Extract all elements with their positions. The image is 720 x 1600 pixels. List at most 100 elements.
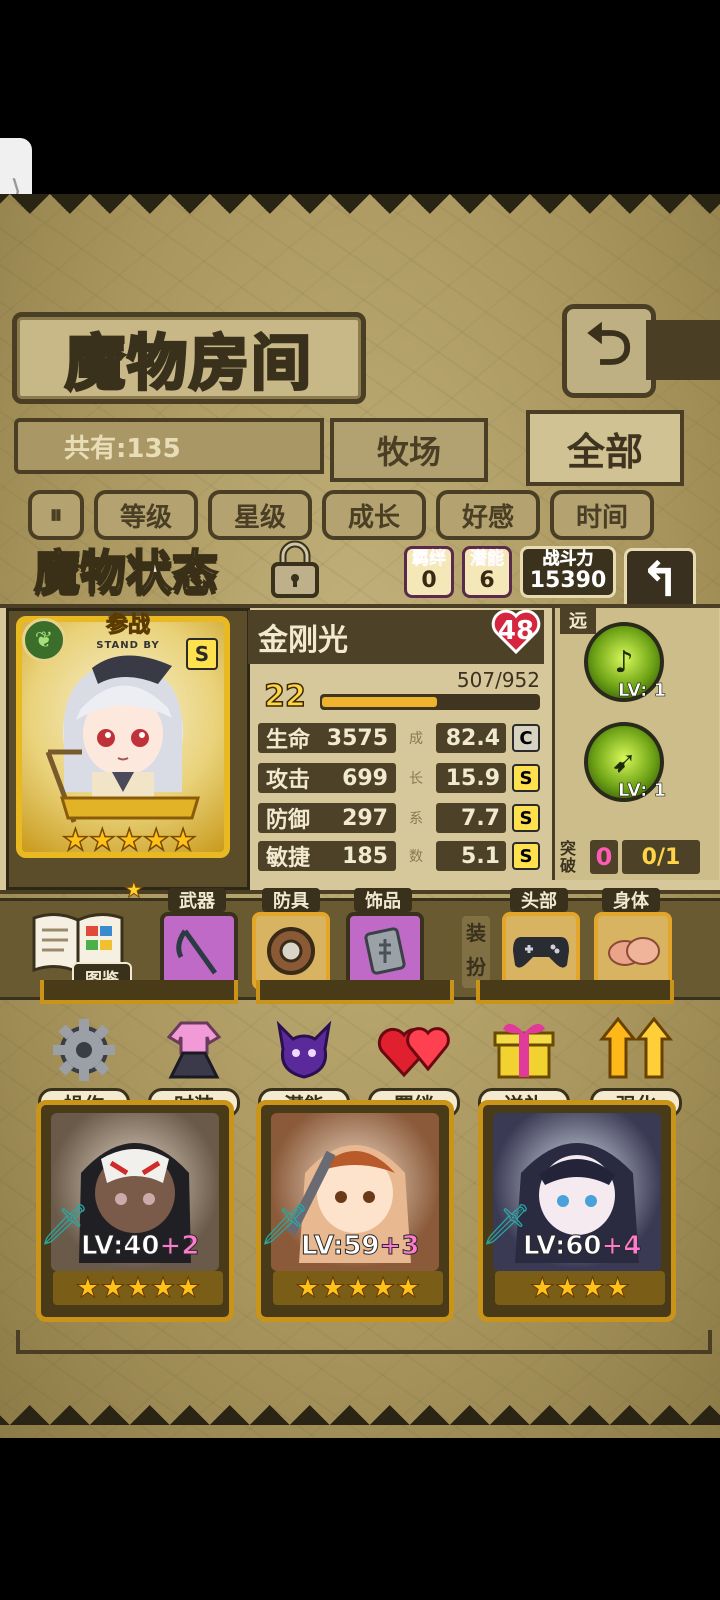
breakthrough-label: 突破 <box>560 839 577 875</box>
growth-grade-badge: S <box>512 842 540 870</box>
weapon-label: 武器 <box>168 888 226 912</box>
star-icon: ★ <box>115 823 143 858</box>
sort-affection[interactable]: 好感 <box>436 490 540 540</box>
double-up-arrow-icon <box>595 1012 677 1088</box>
sort-order-toggle[interactable]: ⏸ <box>28 490 84 540</box>
sort-stars[interactable]: 星级 <box>208 490 312 540</box>
standby-label: 参战 <box>105 613 150 638</box>
star-icon: ★ <box>320 1271 346 1305</box>
bottom-torn-edge <box>0 1385 720 1440</box>
card-1-level: LV:40+2 <box>81 1231 211 1262</box>
stat-label: 敏捷 <box>266 846 311 871</box>
gift-box-icon <box>483 1012 565 1088</box>
return-arrow-icon: ↰ <box>639 552 681 608</box>
star-icon: ★ <box>295 1271 321 1305</box>
star-icon: ★ <box>579 1271 606 1305</box>
growth-coefficient-char: 长 <box>409 771 423 787</box>
breakthrough-value: 0 <box>590 840 618 874</box>
body-label: 身体 <box>602 888 660 912</box>
stat-box: 生命 3575 <box>258 723 396 753</box>
armor-slot[interactable] <box>252 912 330 990</box>
status-back-button[interactable]: ↰ <box>624 548 696 612</box>
card-1-level-value: LV:40 <box>81 1231 161 1262</box>
affection-heart[interactable]: 48 <box>490 606 542 656</box>
stat-row: 攻击 699 长 15.9 S <box>258 762 540 794</box>
shadow-demon-icon <box>263 1012 345 1088</box>
monster-status-title: 魔物状态 <box>33 544 219 600</box>
card-2-plus: +3 <box>379 1231 420 1262</box>
bond-label: 羁绊 <box>412 549 447 569</box>
stat-box: 防御 297 <box>258 803 396 833</box>
round-shield-icon <box>267 927 315 975</box>
tab-ranch[interactable]: 牧场 <box>330 418 488 482</box>
growth-value: 82.4 <box>436 723 506 753</box>
skill-slot-1[interactable]: ♪ LV: 1 <box>582 622 666 702</box>
back-arrow-icon: ⮌ <box>585 309 633 378</box>
tab-all[interactable]: 全部 <box>526 410 684 486</box>
star-icon: ★ <box>169 823 197 858</box>
stat-box: 敏捷 185 <box>258 841 396 871</box>
growth-coefficient-char: 成 <box>409 731 423 747</box>
card-2-level: LV:59+3 <box>301 1231 431 1262</box>
card-row-above-3 <box>476 980 674 1004</box>
star-icon: ★ <box>100 1271 126 1305</box>
power-label: 战斗力 <box>542 549 594 569</box>
potential-chip: 潜能 6 <box>462 546 512 598</box>
breakthrough-row[interactable]: 突破 0 0/1 <box>560 836 712 878</box>
star-icon: ★ <box>554 1271 580 1305</box>
star-icon: ★ <box>142 823 170 858</box>
growth-grade-badge: S <box>512 804 540 832</box>
monster-card-1[interactable]: 🗡 LV:40+2 ★ ★ ★ ★ ★ <box>36 1100 234 1322</box>
stat-value: 3575 <box>326 725 388 751</box>
bond-chip: 羁绊 0 <box>404 546 454 598</box>
exp-bar-fill <box>322 697 437 707</box>
body-slot[interactable] <box>594 912 672 990</box>
monster-card-3[interactable]: 🗡 LV:60+4 ★ ★ ★ ★ <box>478 1100 676 1322</box>
star-icon: ★ <box>370 1271 396 1305</box>
monster-book-button[interactable]: 图鉴 <box>28 910 132 992</box>
card-row-above-2 <box>256 980 454 1004</box>
monster-card-2[interactable]: 🗡 LV:59+3 ★ ★ ★ ★ ★ <box>256 1100 454 1322</box>
pause-icon: ⏸ <box>49 499 63 530</box>
star-icon: ★ <box>529 1271 555 1305</box>
growth-value: 5.1 <box>436 841 506 871</box>
stone-tablet-icon <box>364 927 406 975</box>
power-chip: 战斗力 15390 <box>520 546 616 598</box>
stat-label: 生命 <box>266 728 311 753</box>
stat-label: 攻击 <box>266 768 311 793</box>
accessory-label: 饰品 <box>354 888 412 912</box>
sort-time[interactable]: 时间 <box>550 490 654 540</box>
stat-value: 297 <box>342 805 388 831</box>
stat-row: 防御 297 系 7.7 S <box>258 802 540 834</box>
back-button[interactable]: ⮌ <box>562 304 656 398</box>
star-icon: ★ <box>125 1271 151 1305</box>
star-icon: ★ <box>88 823 116 858</box>
skill-2-level: LV: 1 <box>618 780 667 802</box>
lock-icon[interactable] <box>265 538 325 600</box>
head-slot[interactable] <box>502 912 580 990</box>
rarity-grade-badge: S <box>186 638 218 670</box>
stat-value: 185 <box>342 843 388 869</box>
skill-slot-2[interactable]: ➹ LV: 1 <box>582 722 667 802</box>
standby-sub-label: STAND BY <box>96 640 160 651</box>
star-icon: ★ <box>605 1271 631 1305</box>
stat-row: 敏捷 185 数 5.1 S <box>258 840 540 872</box>
power-value: 15390 <box>529 568 607 593</box>
sort-growth[interactable]: 成长 <box>322 490 426 540</box>
sort-level[interactable]: 等级 <box>94 490 198 540</box>
stat-value: 699 <box>342 765 388 791</box>
card-2-stars: ★ ★ ★ ★ ★ <box>273 1271 443 1305</box>
stat-row: 生命 3575 成 82.4 C <box>258 722 540 754</box>
growth-coefficient-char: 系 <box>409 811 423 827</box>
stat-label: 防御 <box>266 808 311 833</box>
potential-label: 潜能 <box>470 549 505 569</box>
weapon-slot[interactable] <box>160 912 238 990</box>
monster-count: 共有:135 <box>14 418 324 474</box>
accessory-slot[interactable] <box>346 912 424 990</box>
gear-icon <box>43 1012 125 1088</box>
monster-level: 22 <box>263 678 306 715</box>
potential-value: 6 <box>479 568 495 593</box>
monster-count-text: 共有:135 <box>64 433 181 464</box>
gamepad-icon <box>513 937 569 968</box>
exp-text: 507/952 <box>456 668 540 692</box>
